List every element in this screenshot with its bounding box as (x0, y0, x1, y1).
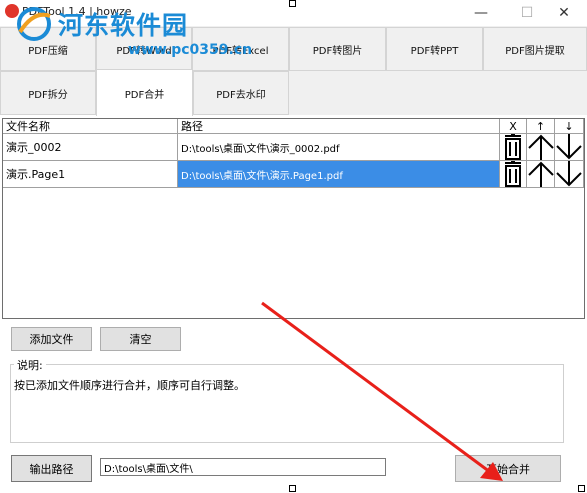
start-merge-button[interactable]: 开始合并 (455, 455, 561, 482)
file-name-cell[interactable]: 演示.Page1 (3, 161, 178, 188)
tab-pdf-remove-watermark[interactable]: PDF去水印 (193, 71, 289, 115)
minimize-button[interactable]: — (458, 0, 504, 26)
arrow-down-icon[interactable] (555, 161, 584, 188)
tab-pdf-split[interactable]: PDF拆分 (0, 71, 96, 115)
arrow-up-icon[interactable] (527, 134, 555, 161)
tab-pdf-to-image[interactable]: PDF转图片 (289, 27, 386, 71)
add-file-button[interactable]: 添加文件 (11, 327, 92, 351)
trash-icon[interactable] (500, 161, 527, 188)
column-header-up[interactable]: ↑ (527, 119, 555, 134)
description-group (10, 364, 564, 443)
tab-pdf-image-extract[interactable]: PDF图片提取 (483, 27, 587, 71)
column-header-name[interactable]: 文件名称 (3, 119, 178, 134)
close-button[interactable]: ✕ (541, 0, 587, 26)
file-path-cell-selected[interactable]: D:\tools\桌面\文件\演示.Page1.pdf (178, 161, 500, 188)
file-table[interactable]: 文件名称 路径 X ↑ ↓ 演示_0002 D:\tools\桌面\文件\演示_… (2, 118, 585, 319)
clear-button[interactable]: 清空 (100, 327, 181, 351)
file-name-cell[interactable]: 演示_0002 (3, 134, 178, 161)
resize-handle (578, 485, 585, 492)
arrow-down-icon[interactable] (555, 134, 584, 161)
output-path-button[interactable]: 输出路径 (11, 455, 92, 482)
watermark-logo-icon (17, 7, 51, 41)
watermark-url: www.pc0359.cn (128, 42, 253, 58)
arrow-up-icon[interactable] (527, 161, 555, 188)
resize-handle (289, 0, 296, 7)
table-header: 文件名称 路径 X ↑ ↓ (3, 119, 584, 134)
description-title: 说明: (14, 357, 46, 373)
column-header-path[interactable]: 路径 (178, 119, 500, 134)
tab-pdf-to-ppt[interactable]: PDF转PPT (386, 27, 483, 71)
description-text: 按已添加文件顺序进行合并，顺序可自行调整。 (14, 379, 245, 392)
column-header-down[interactable]: ↓ (555, 119, 584, 134)
file-path-cell[interactable]: D:\tools\桌面\文件\演示_0002.pdf (178, 134, 500, 161)
column-header-delete[interactable]: X (500, 119, 527, 134)
resize-handle (289, 485, 296, 492)
tab-pdf-merge[interactable]: PDF合并 (96, 69, 193, 116)
output-path-input[interactable]: D:\tools\桌面\文件\ (100, 458, 386, 476)
watermark-name: 河东软件园 (58, 11, 189, 40)
table-row[interactable]: 演示.Page1 D:\tools\桌面\文件\演示.Page1.pdf (3, 161, 584, 188)
trash-icon[interactable] (500, 134, 527, 161)
table-row[interactable]: 演示_0002 D:\tools\桌面\文件\演示_0002.pdf (3, 134, 584, 161)
